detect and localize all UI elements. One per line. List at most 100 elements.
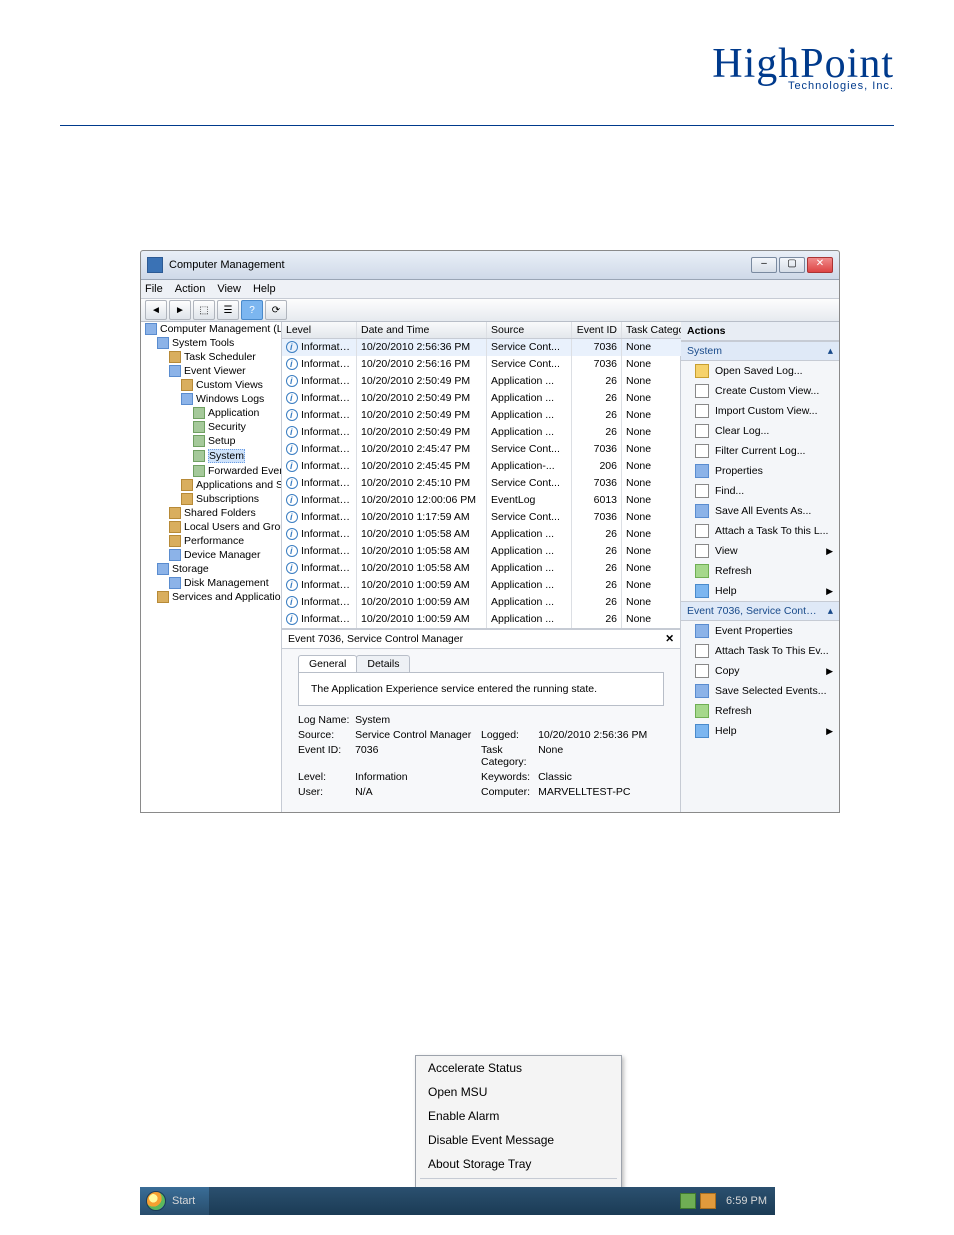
table-row[interactable]: Information10/20/2010 1:17:59 AMService … (282, 509, 697, 526)
action-item[interactable]: Properties (681, 461, 839, 481)
back-button[interactable]: ◄ (145, 300, 167, 320)
table-row[interactable]: Information10/20/2010 1:05:58 AMApplicat… (282, 560, 697, 577)
close-button[interactable]: ✕ (807, 257, 833, 273)
action-item[interactable]: Event Properties (681, 621, 839, 641)
minimize-button[interactable]: – (751, 257, 777, 273)
menu-disable-event-message[interactable]: Disable Event Message (416, 1128, 621, 1152)
menu-enable-alarm[interactable]: Enable Alarm (416, 1104, 621, 1128)
table-row[interactable]: Information10/20/2010 1:05:58 AMApplicat… (282, 543, 697, 560)
tree-item[interactable]: Performance (141, 534, 281, 548)
tree-item[interactable]: Forwarded Event (141, 464, 281, 478)
computer-management-window: Computer Management – ▢ ✕ File Action Vi… (140, 250, 840, 813)
up-button[interactable]: ⬚ (193, 300, 215, 320)
table-row[interactable]: Information10/20/2010 2:45:10 PMService … (282, 475, 697, 492)
action-item[interactable]: Find... (681, 481, 839, 501)
start-button[interactable]: Start (140, 1187, 209, 1215)
menu-view[interactable]: View (217, 283, 241, 295)
tree-item[interactable]: Setup (141, 434, 281, 448)
action-item[interactable]: Refresh (681, 561, 839, 581)
action-item[interactable]: Refresh (681, 701, 839, 721)
help-button[interactable]: ? (241, 300, 263, 320)
action-item[interactable]: Attach Task To This Ev... (681, 641, 839, 661)
table-row[interactable]: Information10/20/2010 1:00:59 AMApplicat… (282, 577, 697, 594)
maximize-button[interactable]: ▢ (779, 257, 805, 273)
menu-file[interactable]: File (145, 283, 163, 295)
nav-tree[interactable]: Computer Management (LocalSystem ToolsTa… (141, 322, 282, 812)
table-row[interactable]: Information10/20/2010 1:00:59 AMApplicat… (282, 611, 697, 628)
tray-clock[interactable]: 6:59 PM (726, 1195, 767, 1207)
col-date[interactable]: Date and Time (357, 322, 487, 338)
titlebar[interactable]: Computer Management – ▢ ✕ (141, 251, 839, 280)
menu-about-storage-tray[interactable]: About Storage Tray (416, 1152, 621, 1176)
tree-item[interactable]: Windows Logs (141, 392, 281, 406)
refresh-button[interactable]: ⟳ (265, 300, 287, 320)
collapse-icon[interactable]: ▴ (828, 345, 833, 357)
props-button[interactable]: ☰ (217, 300, 239, 320)
grid-body[interactable]: Information10/20/2010 2:56:36 PMService … (282, 339, 697, 629)
action-icon (695, 624, 709, 638)
col-source[interactable]: Source (487, 322, 572, 338)
table-row[interactable]: Information10/20/2010 12:00:06 PMEventLo… (282, 492, 697, 509)
tree-item[interactable]: Storage (141, 562, 281, 576)
action-item[interactable]: Filter Current Log... (681, 441, 839, 461)
tray-icon[interactable] (680, 1193, 696, 1209)
tab-general[interactable]: General (298, 655, 357, 672)
tray-icon[interactable] (700, 1193, 716, 1209)
action-item[interactable]: Help▶ (681, 581, 839, 601)
table-row[interactable]: Information10/20/2010 2:45:45 PMApplicat… (282, 458, 697, 475)
tree-item[interactable]: Event Viewer (141, 364, 281, 378)
action-item[interactable]: Save Selected Events... (681, 681, 839, 701)
system-tray[interactable]: 6:59 PM (680, 1193, 775, 1209)
tree-item[interactable]: Applications and Se (141, 478, 281, 492)
table-row[interactable]: Information10/20/2010 2:50:49 PMApplicat… (282, 407, 697, 424)
tree-item[interactable]: Disk Management (141, 576, 281, 590)
table-row[interactable]: Information10/20/2010 1:05:58 AMApplicat… (282, 526, 697, 543)
detail-close-button[interactable]: ✕ (665, 633, 674, 645)
action-icon (695, 504, 709, 518)
tree-item[interactable]: Computer Management (Local (141, 322, 281, 336)
col-eventid[interactable]: Event ID (572, 322, 622, 338)
col-level[interactable]: Level (282, 322, 357, 338)
action-item[interactable]: Import Custom View... (681, 401, 839, 421)
action-item[interactable]: Create Custom View... (681, 381, 839, 401)
menu-help[interactable]: Help (253, 283, 276, 295)
actions-section-system[interactable]: System▴ (681, 341, 839, 361)
tree-icon (169, 577, 181, 589)
table-row[interactable]: Information10/20/2010 2:50:49 PMApplicat… (282, 373, 697, 390)
action-icon (695, 464, 709, 478)
tree-item[interactable]: Security (141, 420, 281, 434)
tab-details[interactable]: Details (356, 655, 410, 672)
tree-item[interactable]: Application (141, 406, 281, 420)
table-row[interactable]: Information10/20/2010 2:50:49 PMApplicat… (282, 390, 697, 407)
tree-item[interactable]: Task Scheduler (141, 350, 281, 364)
actions-section-event[interactable]: Event 7036, Service Control ...▴ (681, 601, 839, 621)
table-row[interactable]: Information10/20/2010 2:45:47 PMService … (282, 441, 697, 458)
collapse-icon[interactable]: ▴ (828, 605, 833, 617)
table-row[interactable]: Information10/20/2010 2:56:16 PMService … (282, 356, 697, 373)
action-item[interactable]: Save All Events As... (681, 501, 839, 521)
tree-item[interactable]: Subscriptions (141, 492, 281, 506)
forward-button[interactable]: ► (169, 300, 191, 320)
table-row[interactable]: Information10/20/2010 2:50:49 PMApplicat… (282, 424, 697, 441)
table-row[interactable]: Information10/20/2010 1:00:59 AMApplicat… (282, 594, 697, 611)
action-item[interactable]: Copy▶ (681, 661, 839, 681)
action-item[interactable]: Help▶ (681, 721, 839, 741)
menu-open-msu[interactable]: Open MSU (416, 1080, 621, 1104)
grid-header[interactable]: Level Date and Time Source Event ID Task… (282, 322, 697, 339)
action-item[interactable]: Attach a Task To this L... (681, 521, 839, 541)
tree-item[interactable]: Local Users and Groups (141, 520, 281, 534)
action-icon (695, 404, 709, 418)
action-item[interactable]: View▶ (681, 541, 839, 561)
table-row[interactable]: Information10/20/2010 2:56:36 PMService … (282, 339, 697, 356)
menu-accelerate-status[interactable]: Accelerate Status (416, 1056, 621, 1080)
action-item[interactable]: Open Saved Log... (681, 361, 839, 381)
menu-action[interactable]: Action (175, 283, 206, 295)
taskbar[interactable]: Start 6:59 PM (140, 1187, 775, 1215)
tree-item[interactable]: Device Manager (141, 548, 281, 562)
tree-item[interactable]: Custom Views (141, 378, 281, 392)
tree-item[interactable]: Services and Applications (141, 590, 281, 604)
tree-item[interactable]: System (141, 448, 281, 464)
action-item[interactable]: Clear Log... (681, 421, 839, 441)
tree-item[interactable]: System Tools (141, 336, 281, 350)
tree-item[interactable]: Shared Folders (141, 506, 281, 520)
